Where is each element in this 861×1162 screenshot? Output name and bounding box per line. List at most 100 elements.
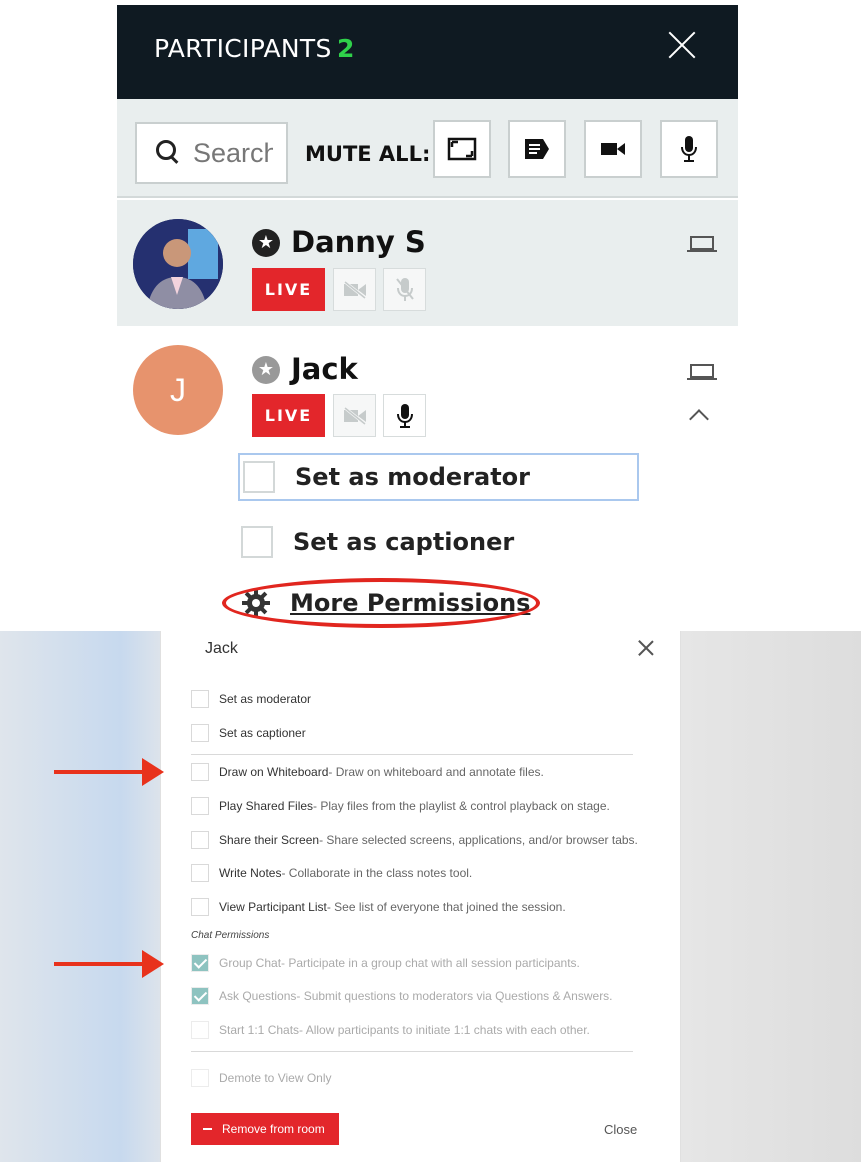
permission-checkbox[interactable] — [191, 763, 209, 781]
participant-count: 2 — [337, 34, 355, 63]
permission-label: Group Chat — [219, 956, 282, 970]
search-input[interactable]: Search — [135, 122, 288, 184]
moderator-checkbox[interactable] — [191, 690, 209, 708]
microphone-icon — [681, 136, 697, 162]
panel-header: PARTICIPANTS 2 — [117, 5, 738, 99]
set-moderator-option[interactable]: Set as moderator — [191, 690, 311, 708]
demote-view-only-option[interactable]: Demote to View Only — [191, 1069, 332, 1087]
annotation-arrow — [54, 950, 164, 978]
mute-all-screen-share-button[interactable] — [433, 120, 491, 178]
permissions-modal: Jack Set as moderator Set as captioner D… — [160, 631, 681, 1162]
permission-label: View Participant List — [219, 900, 327, 914]
permission-description: - Collaborate in the class notes tool. — [281, 866, 473, 880]
chat-permissions-heading: Chat Permissions — [191, 930, 270, 941]
live-badge: LIVE — [252, 394, 325, 437]
annotation-arrow — [54, 758, 164, 786]
divider — [191, 754, 633, 755]
permission-label: Ask Questions — [219, 989, 297, 1003]
permission-label: Draw on Whiteboard — [219, 765, 329, 779]
permission-share-screen[interactable]: Share their Screen - Share selected scre… — [191, 831, 638, 849]
permission-checkbox[interactable] — [191, 831, 209, 849]
close-icon[interactable] — [638, 640, 654, 656]
close-icon[interactable] — [666, 29, 698, 61]
participant-row-expanded[interactable]: J ★ Jack LIVE Set as moderator Set as ca… — [117, 326, 738, 633]
notes-icon — [525, 139, 549, 159]
highlight-ellipse — [222, 578, 540, 628]
laptop-icon — [687, 236, 717, 252]
participant-row[interactable]: ★ Danny S LIVE — [117, 200, 738, 326]
camera-off-icon — [343, 280, 366, 299]
moderator-checkbox[interactable] — [243, 461, 275, 493]
participants-toolbar: Search MUTE ALL: — [117, 99, 738, 198]
permission-description: - Share selected screens, applications, … — [319, 833, 638, 847]
close-button[interactable]: Close — [604, 1122, 637, 1137]
avatar — [133, 219, 223, 309]
permission-checkbox[interactable] — [191, 1021, 209, 1039]
permission-description: - Submit questions to moderators via Que… — [296, 989, 613, 1003]
search-placeholder: Search — [193, 137, 273, 168]
modal-title: Jack — [205, 640, 238, 657]
permission-checkbox[interactable] — [191, 797, 209, 815]
set-moderator-label: Set as moderator — [295, 463, 531, 491]
demote-checkbox[interactable] — [191, 1069, 209, 1087]
permission-label: Write Notes — [219, 866, 282, 880]
chevron-up-icon[interactable] — [689, 409, 709, 429]
participants-panel-zoom: PARTICIPANTS 2 Search MUTE ALL: ★ Danny … — [0, 0, 861, 633]
permission-label: Start 1:1 Chats — [219, 1023, 300, 1037]
live-badge: LIVE — [252, 268, 325, 311]
captioner-checkbox[interactable] — [241, 526, 273, 558]
permission-description: - Play files from the playlist & control… — [313, 799, 610, 813]
permission-description: - Draw on whiteboard and annotate files. — [328, 765, 544, 779]
permission-label: Play Shared Files — [219, 799, 314, 813]
permission-write-notes[interactable]: Write Notes - Collaborate in the class n… — [191, 864, 472, 882]
screen-share-icon — [447, 137, 477, 161]
permission-checkbox[interactable] — [191, 898, 209, 916]
set-captioner-option[interactable]: Set as captioner — [191, 724, 306, 742]
mic-button[interactable] — [383, 394, 426, 437]
mute-all-camera-button[interactable] — [584, 120, 642, 178]
mute-all-microphone-button[interactable] — [660, 120, 718, 178]
mic-muted-button[interactable] — [383, 268, 426, 311]
permission-description: - Participate in a group chat with all s… — [281, 956, 580, 970]
option-label: Set as moderator — [219, 692, 312, 706]
permission-checkbox[interactable] — [191, 864, 209, 882]
permission-checkbox-checked[interactable] — [191, 954, 209, 972]
participant-name: Jack — [291, 352, 358, 386]
participant-name: Danny S — [291, 225, 426, 259]
set-captioner-label: Set as captioner — [293, 528, 515, 556]
permission-start-1-1-chats[interactable]: Start 1:1 Chats - Allow participants to … — [191, 1021, 590, 1039]
panel-title: PARTICIPANTS — [154, 34, 332, 63]
demote-label: Demote to View Only — [219, 1071, 332, 1085]
set-captioner-option[interactable]: Set as captioner — [241, 526, 514, 558]
microphone-icon — [396, 403, 413, 428]
permission-checkbox-checked[interactable] — [191, 987, 209, 1005]
camera-icon — [601, 143, 625, 155]
permission-view-participant-list[interactable]: View Participant List - See list of ever… — [191, 898, 566, 916]
avatar: J — [133, 345, 223, 435]
mute-all-notes-button[interactable] — [508, 120, 566, 178]
star-icon: ★ — [252, 229, 280, 257]
video-muted-button[interactable] — [333, 268, 376, 311]
permission-label: Share their Screen — [219, 833, 320, 847]
permissions-modal-backdrop: Jack Set as moderator Set as captioner D… — [0, 631, 861, 1162]
search-icon — [155, 139, 183, 167]
permission-description: - See list of everyone that joined the s… — [326, 900, 566, 914]
permission-play-shared-files[interactable]: Play Shared Files - Play files from the … — [191, 797, 610, 815]
divider — [191, 1051, 633, 1052]
microphone-off-icon — [395, 277, 414, 301]
set-moderator-option[interactable]: Set as moderator — [238, 453, 639, 501]
avatar-photo-icon — [133, 219, 223, 309]
video-muted-button[interactable] — [333, 394, 376, 437]
laptop-icon — [687, 364, 717, 380]
mute-all-label: MUTE ALL: — [305, 142, 431, 166]
permission-draw-whiteboard[interactable]: Draw on Whiteboard - Draw on whiteboard … — [191, 763, 544, 781]
permission-ask-questions[interactable]: Ask Questions - Submit questions to mode… — [191, 987, 613, 1005]
participants-panel: PARTICIPANTS 2 Search MUTE ALL: ★ Danny … — [117, 5, 738, 633]
permission-description: - Allow participants to initiate 1:1 cha… — [299, 1023, 590, 1037]
remove-from-room-button[interactable]: Remove from room — [191, 1113, 339, 1145]
minus-icon — [203, 1128, 212, 1130]
camera-off-icon — [343, 406, 366, 425]
permission-group-chat[interactable]: Group Chat - Participate in a group chat… — [191, 954, 580, 972]
captioner-checkbox[interactable] — [191, 724, 209, 742]
option-label: Set as captioner — [219, 726, 306, 740]
